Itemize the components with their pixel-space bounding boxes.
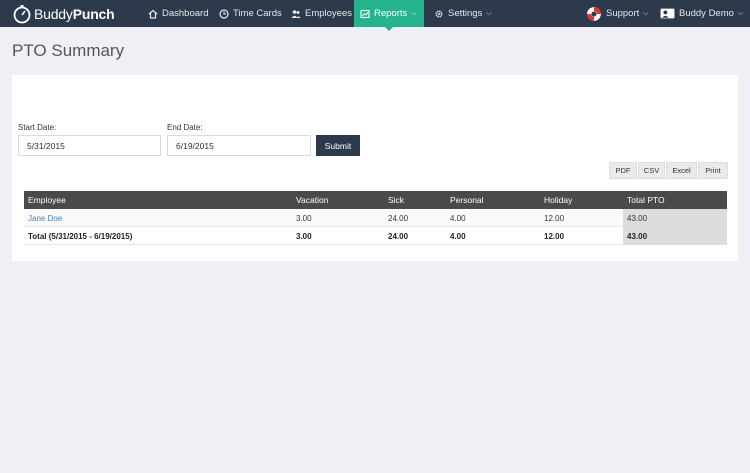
clock-icon xyxy=(219,8,229,19)
print-button[interactable]: Print xyxy=(698,162,728,179)
total-pto-value: 43.00 xyxy=(627,213,648,223)
nav-settings[interactable]: Settings ⌵ xyxy=(428,0,498,27)
submit-button[interactable]: Submit xyxy=(316,135,360,156)
start-date-label: Start Date: xyxy=(18,123,57,132)
end-date-input[interactable]: 6/19/2015 xyxy=(167,135,311,156)
chevron-down-icon: ⌵ xyxy=(737,9,744,17)
logo[interactable]: BuddyPunch xyxy=(12,4,115,24)
nav-time-cards[interactable]: Time Cards xyxy=(213,0,288,27)
col-personal[interactable]: Personal xyxy=(450,191,484,209)
col-holiday[interactable]: Holiday xyxy=(544,191,572,209)
pdf-button[interactable]: PDF xyxy=(609,162,637,179)
total-personal: 4.00 xyxy=(450,231,466,241)
nav-support[interactable]: Support ⌵ xyxy=(580,0,655,27)
chevron-down-icon: ⌵ xyxy=(486,9,492,17)
home-icon xyxy=(148,9,158,19)
personal-value: 4.00 xyxy=(450,213,466,223)
page-title: PTO Summary xyxy=(12,41,125,60)
top-navbar: BuddyPunch Dashboard Time Cards Employee… xyxy=(0,0,750,31)
col-employee[interactable]: Employee xyxy=(28,191,66,209)
total-holiday: 12.00 xyxy=(544,231,565,241)
nav-user-menu[interactable]: Buddy Demo ⌵ xyxy=(654,0,749,27)
total-vacation: 3.00 xyxy=(296,231,312,241)
chevron-down-icon: ⌵ xyxy=(411,9,417,17)
user-card-icon xyxy=(660,8,675,19)
start-date-input[interactable]: 5/31/2015 xyxy=(18,135,161,156)
stopwatch-icon xyxy=(13,5,31,24)
holiday-value: 12.00 xyxy=(544,213,565,223)
employee-link[interactable]: Jane Doe xyxy=(28,209,62,227)
col-total-pto[interactable]: Total PTO xyxy=(627,191,665,209)
nav-dashboard[interactable]: Dashboard xyxy=(142,0,214,27)
chart-icon xyxy=(360,9,370,18)
lifebuoy-icon xyxy=(587,6,601,21)
col-sick[interactable]: Sick xyxy=(388,191,404,209)
chevron-down-icon: ⌵ xyxy=(643,9,649,17)
users-icon xyxy=(291,9,301,18)
table-total-row: Total (5/31/2015 - 6/19/2015) 3.00 24.00… xyxy=(24,227,727,245)
col-vacation[interactable]: Vacation xyxy=(296,191,328,209)
vacation-value: 3.00 xyxy=(296,213,312,223)
total-sick: 24.00 xyxy=(388,231,409,241)
csv-button[interactable]: CSV xyxy=(638,162,665,179)
table-header: Employee Vacation Sick Personal Holiday … xyxy=(24,191,727,209)
logo-text: BuddyPunch xyxy=(34,6,115,22)
nav-employees[interactable]: Employees xyxy=(285,0,358,27)
table-row: Jane Doe 3.00 24.00 4.00 12.00 43.00 xyxy=(24,209,727,227)
pto-table: Employee Vacation Sick Personal Holiday … xyxy=(24,191,727,245)
sick-value: 24.00 xyxy=(388,213,409,223)
end-date-label: End Date: xyxy=(167,123,203,132)
total-label: Total (5/31/2015 - 6/19/2015) xyxy=(28,231,133,241)
nav-reports[interactable]: Reports ⌵ xyxy=(354,0,424,31)
excel-button[interactable]: Excel xyxy=(666,162,697,179)
gear-icon xyxy=(435,9,443,18)
total-total-pto: 43.00 xyxy=(627,231,648,241)
